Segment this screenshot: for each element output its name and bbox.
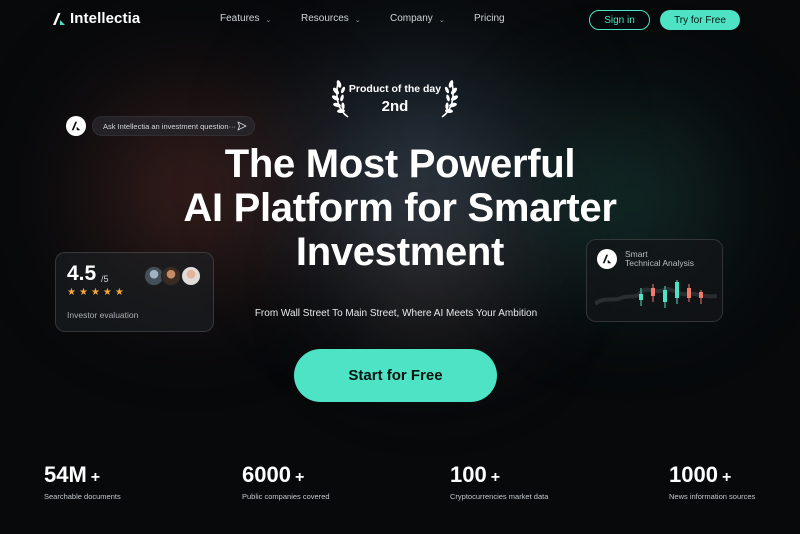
avatar — [181, 266, 201, 286]
star-icon: ★ — [90, 287, 100, 298]
intellectia-logo-icon — [53, 12, 65, 25]
stat-label: Public companies covered — [242, 492, 330, 501]
stat-number: 1000 — [669, 462, 718, 487]
rating-max: /5 — [101, 274, 109, 284]
brand-logo[interactable]: Intellectia — [52, 10, 140, 27]
star-icon: ★ — [67, 287, 76, 298]
brand-name: Intellectia — [70, 10, 141, 27]
stat-suffix: + — [490, 469, 501, 486]
stat-suffix: + — [90, 469, 101, 486]
assistant-avatar — [66, 116, 86, 136]
ask-question-placeholder: Ask Intellectia an investment question··… — [103, 121, 236, 131]
intellectia-logo-badge — [597, 249, 617, 269]
stat-number: 54M — [44, 462, 87, 487]
headline-line: AI Platform for Smarter — [183, 186, 617, 230]
hero-subheadline: From Wall Street To Main Street, Where A… — [254, 308, 538, 319]
send-icon[interactable] — [237, 121, 247, 131]
candlestick-chart-icon — [595, 280, 717, 308]
nav-item-label: Resources — [301, 13, 349, 24]
chevron-down-icon: ⌄ — [438, 16, 445, 24]
stat-public-companies: 6000 + Public companies covered — [242, 462, 330, 501]
stat-value: 1000 + — [669, 462, 755, 488]
start-for-free-button[interactable]: Start for Free — [294, 349, 497, 402]
rating-card: 4.5 /5 ★ ★ ★ ★ ★ Investor evaluation — [55, 252, 214, 332]
stat-searchable-documents: 54M + Searchable documents — [44, 462, 121, 501]
rating-value: 4.5 — [67, 262, 97, 285]
ask-question-input[interactable]: Ask Intellectia an investment question··… — [92, 116, 255, 136]
stat-value: 54M + — [44, 462, 121, 488]
investor-avatars — [144, 266, 204, 286]
nav-item-label: Company — [390, 13, 433, 24]
chevron-down-icon: ⌄ — [354, 16, 361, 24]
stat-label: Cryptocurrencies market data — [450, 492, 549, 501]
rating-label: Investor evaluation — [67, 310, 139, 320]
avatar — [161, 266, 181, 286]
nav-item-label: Features — [220, 13, 260, 24]
star-icon: ★ — [78, 287, 88, 298]
try-for-free-button[interactable]: Try for Free — [660, 10, 740, 30]
stat-label: News information sources — [669, 492, 756, 501]
stat-value: 100 + — [450, 462, 548, 488]
product-of-the-day-badge[interactable]: Product of the day 2nd — [330, 76, 460, 120]
laurel-right-icon — [441, 80, 458, 118]
star-rating: ★ ★ ★ ★ ★ — [67, 287, 124, 298]
intellectia-logo-icon — [602, 254, 612, 264]
stat-suffix: + — [721, 469, 732, 486]
stat-cryptocurrencies: 100 + Cryptocurrencies market data — [450, 462, 548, 501]
ta-title-line2: Technical Analysis — [625, 258, 694, 268]
nav-item-label: Pricing — [474, 13, 505, 24]
intellectia-logo-icon — [71, 121, 81, 131]
nav-item-company[interactable]: Company ⌄ — [390, 13, 445, 24]
nav-item-features[interactable]: Features ⌄ — [220, 13, 271, 24]
stat-news-sources: 1000 + News information sources — [669, 462, 755, 501]
sign-in-button[interactable]: Sign in — [589, 10, 650, 30]
stat-value: 6000 + — [242, 462, 330, 488]
top-navigation: Intellectia Features ⌄ Resources ⌄ Compa… — [0, 0, 800, 40]
technical-analysis-card[interactable]: Smart Technical Analysis — [586, 239, 723, 322]
star-icon: ★ — [114, 287, 124, 298]
stat-number: 6000 — [242, 462, 291, 487]
headline-line: The Most Powerful — [224, 142, 576, 186]
nav-item-pricing[interactable]: Pricing — [474, 13, 505, 24]
chevron-down-icon: ⌄ — [265, 16, 272, 24]
stat-suffix: + — [294, 469, 305, 486]
stat-label: Searchable documents — [44, 492, 121, 501]
nav-item-resources[interactable]: Resources ⌄ — [301, 13, 361, 24]
stat-number: 100 — [450, 462, 487, 487]
star-icon: ★ — [102, 287, 112, 298]
